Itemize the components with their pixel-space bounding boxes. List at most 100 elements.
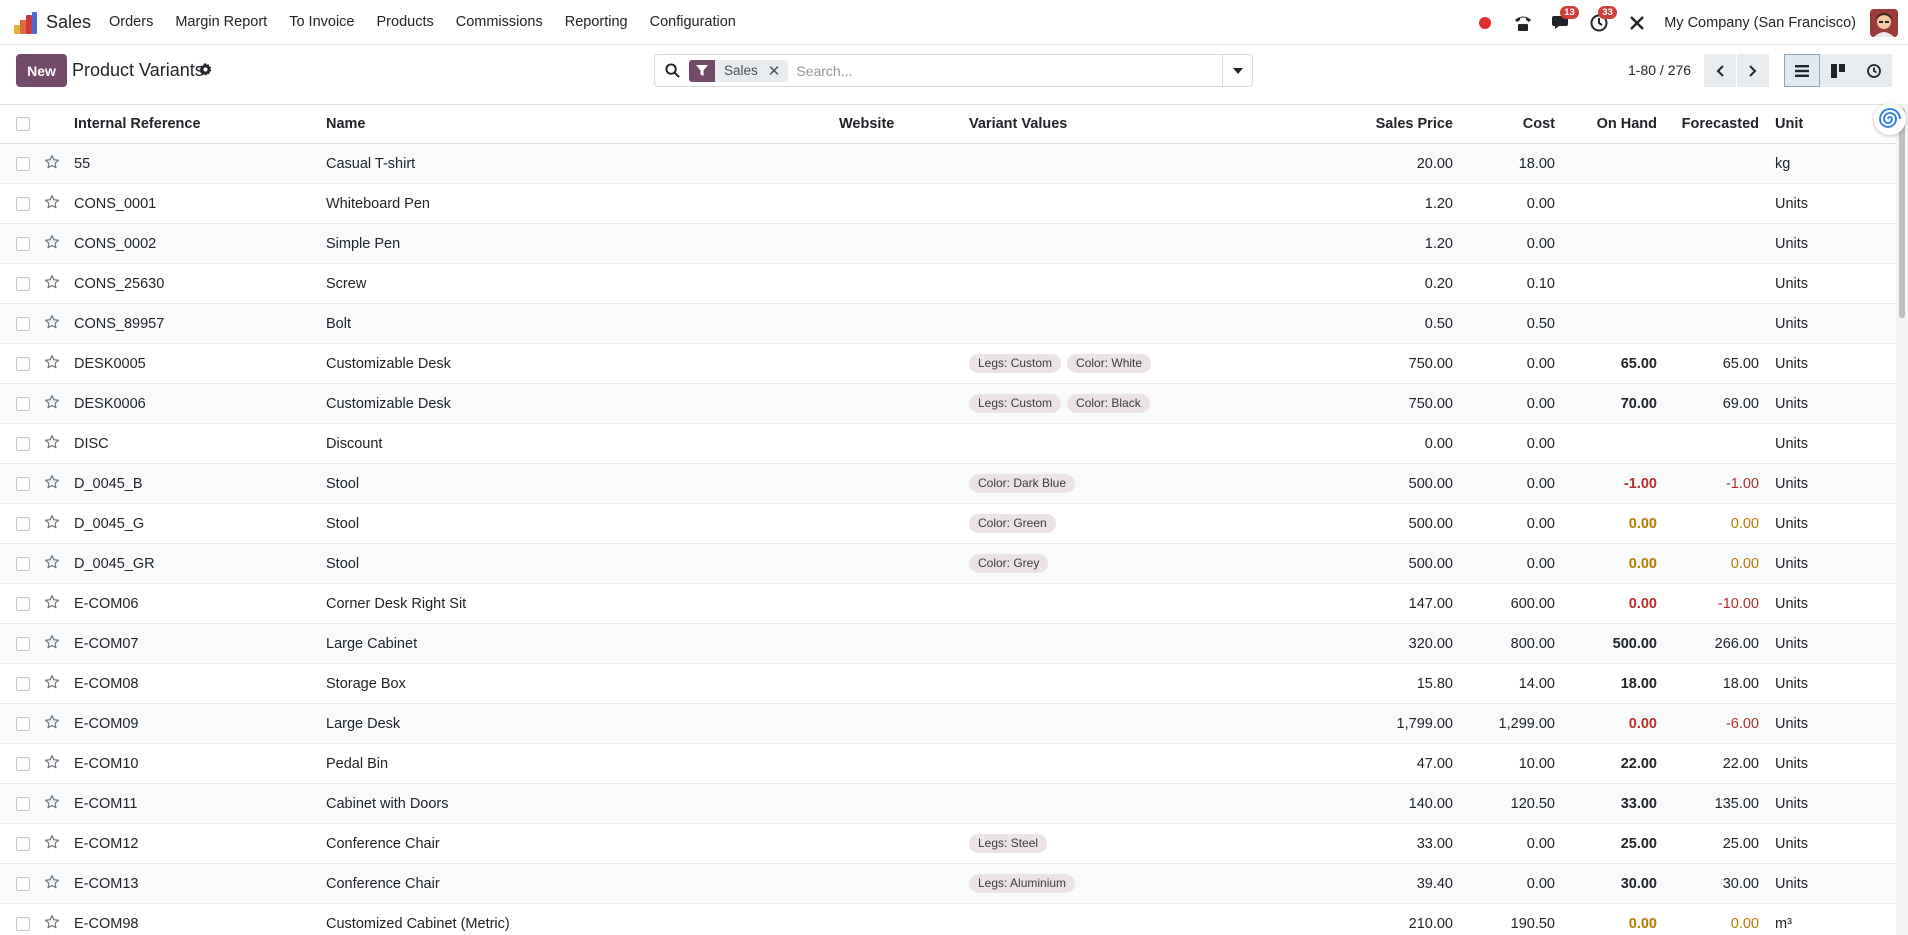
row-checkbox-cell[interactable] — [0, 264, 40, 304]
row-checkbox[interactable] — [16, 636, 30, 651]
menu-orders[interactable]: Orders — [98, 0, 164, 45]
menu-reporting[interactable]: Reporting — [554, 0, 639, 45]
table-row[interactable]: E-COM98 Customized Cabinet (Metric) 210.00… — [0, 903, 1896, 935]
row-checkbox-cell[interactable] — [0, 664, 40, 704]
row-checkbox[interactable] — [16, 716, 30, 731]
activities-clock-icon[interactable]: 33 — [1588, 5, 1617, 34]
favorite-star-icon[interactable] — [40, 584, 74, 624]
company-switcher[interactable]: My Company (San Francisco) — [1664, 15, 1856, 31]
table-row[interactable]: E-COM07 Large Cabinet 320.00 800.00 500.00 26… — [0, 623, 1896, 664]
select-all-checkbox-cell[interactable] — [0, 105, 40, 144]
table-row[interactable]: D_0045_GR Stool Color: Grey 500.00 0.00 0.00 0… — [0, 543, 1896, 584]
table-row[interactable]: DESK0005 Customizable Desk Legs: Custom Col… — [0, 343, 1896, 384]
row-checkbox[interactable] — [16, 316, 30, 331]
row-checkbox-cell[interactable] — [0, 304, 40, 344]
row-checkbox[interactable] — [16, 876, 30, 891]
row-checkbox-cell[interactable] — [0, 904, 40, 935]
favorite-star-icon[interactable] — [40, 824, 74, 864]
pager-previous-button[interactable] — [1704, 54, 1736, 87]
header-website[interactable]: Website — [831, 105, 961, 144]
gear-icon[interactable] — [199, 63, 212, 79]
row-checkbox[interactable] — [16, 796, 30, 811]
row-checkbox-cell[interactable] — [0, 584, 40, 624]
favorite-star-icon[interactable] — [40, 184, 74, 224]
table-row[interactable]: CONS_0001 Whiteboard Pen 1.20 0.00 Units — [0, 183, 1896, 224]
menu-commissions[interactable]: Commissions — [445, 0, 554, 45]
header-on-hand[interactable]: On Hand — [1563, 105, 1665, 144]
row-checkbox-cell[interactable] — [0, 224, 40, 264]
user-avatar[interactable] — [1870, 8, 1898, 37]
table-row[interactable]: D_0045_B Stool Color: Dark Blue 500.00 0.00 -… — [0, 463, 1896, 504]
vertical-scrollbar[interactable] — [1896, 104, 1908, 935]
table-row[interactable]: E-COM06 Corner Desk Right Sit 147.00 600.00… — [0, 583, 1896, 624]
header-variant-values[interactable]: Variant Values — [961, 105, 1366, 144]
row-checkbox[interactable] — [16, 756, 30, 771]
favorite-star-icon[interactable] — [40, 344, 74, 384]
menu-products[interactable]: Products — [366, 0, 445, 45]
row-checkbox[interactable] — [16, 836, 30, 851]
scrollbar-thumb[interactable] — [1899, 108, 1905, 318]
favorite-star-icon[interactable] — [40, 784, 74, 824]
favorite-star-icon[interactable] — [40, 904, 74, 935]
row-checkbox-cell[interactable] — [0, 504, 40, 544]
assistant-spiral-icon[interactable] — [1874, 103, 1906, 135]
favorite-star-icon[interactable] — [40, 624, 74, 664]
table-row[interactable]: D_0045_G Stool Color: Green 500.00 0.00 0.00 0… — [0, 503, 1896, 544]
favorite-star-icon[interactable] — [40, 264, 74, 304]
table-row[interactable]: CONS_89957 Bolt 0.50 0.50 Units — [0, 303, 1896, 344]
header-forecasted[interactable]: Forecasted — [1665, 105, 1767, 144]
table-row[interactable]: E-COM13 Conference Chair Legs: Aluminium 39… — [0, 863, 1896, 904]
row-checkbox[interactable] — [16, 196, 30, 211]
select-all-checkbox[interactable] — [16, 117, 30, 132]
table-row[interactable]: E-COM09 Large Desk 1,799.00 1,299.00 0.00 -6.… — [0, 703, 1896, 744]
header-name[interactable]: Name — [318, 105, 831, 144]
row-checkbox-cell[interactable] — [0, 424, 40, 464]
row-checkbox[interactable] — [16, 276, 30, 291]
table-row[interactable]: CONS_0002 Simple Pen 1.20 0.00 Units — [0, 223, 1896, 264]
favorite-star-icon[interactable] — [40, 224, 74, 264]
row-checkbox[interactable] — [16, 676, 30, 691]
kanban-view-button[interactable] — [1820, 54, 1856, 87]
tools-icon[interactable] — [1626, 12, 1648, 34]
row-checkbox-cell[interactable] — [0, 144, 40, 184]
favorite-star-icon[interactable] — [40, 864, 74, 904]
row-checkbox-cell[interactable] — [0, 624, 40, 664]
sales-app-icon[interactable] — [14, 12, 38, 34]
row-checkbox[interactable] — [16, 916, 30, 931]
row-checkbox[interactable] — [16, 436, 30, 451]
row-checkbox-cell[interactable] — [0, 784, 40, 824]
favorite-star-icon[interactable] — [40, 704, 74, 744]
row-checkbox[interactable] — [16, 356, 30, 371]
row-checkbox-cell[interactable] — [0, 184, 40, 224]
search-options-toggle[interactable] — [1222, 55, 1252, 86]
table-row[interactable]: E-COM12 Conference Chair Legs: Steel 33.00 0… — [0, 823, 1896, 864]
row-checkbox-cell[interactable] — [0, 464, 40, 504]
favorite-star-icon[interactable] — [40, 424, 74, 464]
new-button[interactable]: New — [16, 54, 67, 87]
favorite-star-icon[interactable] — [40, 304, 74, 344]
pager-next-button[interactable] — [1737, 54, 1769, 87]
row-checkbox[interactable] — [16, 596, 30, 611]
table-row[interactable]: DESK0006 Customizable Desk Legs: Custom Col… — [0, 383, 1896, 424]
activity-view-button[interactable] — [1856, 54, 1892, 87]
favorite-star-icon[interactable] — [40, 544, 74, 584]
row-checkbox[interactable] — [16, 396, 30, 411]
table-row[interactable]: CONS_25630 Screw 0.20 0.10 Units — [0, 263, 1896, 304]
row-checkbox[interactable] — [16, 516, 30, 531]
row-checkbox-cell[interactable] — [0, 544, 40, 584]
messages-icon[interactable]: 13 — [1550, 5, 1579, 34]
row-checkbox-cell[interactable] — [0, 344, 40, 384]
row-checkbox-cell[interactable] — [0, 704, 40, 744]
recording-dot-icon[interactable] — [1474, 12, 1496, 34]
favorite-star-icon[interactable] — [40, 144, 74, 184]
search-icon[interactable] — [655, 63, 689, 78]
table-row[interactable]: E-COM11 Cabinet with Doors 140.00 120.50 33.… — [0, 783, 1896, 824]
row-checkbox-cell[interactable] — [0, 384, 40, 424]
header-sales-price[interactable]: Sales Price — [1366, 105, 1461, 144]
table-row[interactable]: 55 Casual T-shirt 20.00 18.00 kg — [0, 143, 1896, 184]
row-checkbox[interactable] — [16, 476, 30, 491]
favorite-star-icon[interactable] — [40, 504, 74, 544]
favorite-star-icon[interactable] — [40, 464, 74, 504]
app-name[interactable]: Sales — [46, 12, 91, 33]
menu-to-invoice[interactable]: To Invoice — [278, 0, 365, 45]
